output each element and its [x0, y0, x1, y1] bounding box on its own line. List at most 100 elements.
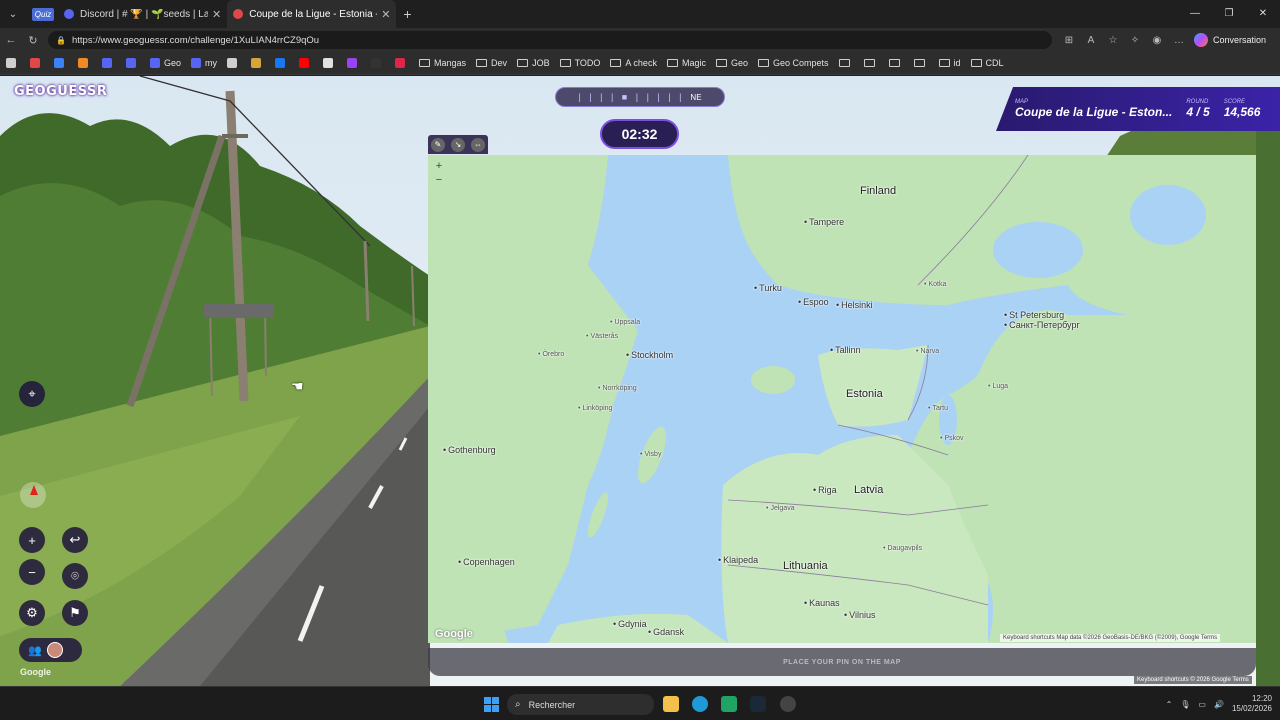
file-explorer-icon[interactable] [663, 696, 679, 712]
mc-icon [251, 58, 262, 68]
url-input[interactable]: 🔒 https://www.geoguessr.com/challenge/1X… [48, 31, 1052, 49]
map-name: Coupe de la Ligue - Eston... [1015, 105, 1173, 119]
more-menu-icon[interactable]: … [1168, 35, 1190, 46]
bookmark-folder[interactable]: Mangas [419, 58, 466, 68]
extensions-icon[interactable]: ✧ [1124, 35, 1146, 46]
tray-chevron-icon[interactable]: ⌃ [1166, 700, 1173, 709]
close-tab-icon[interactable]: ✕ [212, 8, 221, 21]
close-window-icon[interactable]: ✕ [1246, 0, 1280, 28]
shrink-map-icon[interactable]: ↘ [451, 137, 465, 152]
bookmark-folder[interactable]: A check [610, 58, 657, 68]
bookmark-discord-5[interactable] [126, 58, 140, 68]
undo-move-icon[interactable]: ↩ [62, 527, 88, 553]
place-pin-button[interactable]: PLACE YOUR PIN ON THE MAP [428, 648, 1256, 676]
bookmark-folder[interactable] [838, 59, 854, 67]
refresh-icon[interactable]: ↻ [22, 34, 44, 47]
bookmark-folder[interactable]: Dev [476, 58, 507, 68]
bookmark-folder[interactable]: Geo [715, 58, 748, 68]
zoom-in-button[interactable]: + [19, 527, 45, 553]
settings-gear-icon[interactable]: ⚙ [19, 600, 45, 626]
map-zoom-out-icon[interactable]: − [433, 174, 445, 188]
map-city-label: Riga [813, 485, 837, 495]
bookmark-f-15[interactable] [395, 58, 409, 68]
microphone-icon[interactable]: 🎙 [1180, 700, 1190, 709]
bookmark-youtube-11[interactable] [299, 58, 313, 68]
browser-tab-bar: ⌄ Quiz Discord | # 🏆 | 🌱seeds | La Ligu … [0, 0, 1280, 28]
bookmark-folder[interactable]: Magic [666, 58, 706, 68]
bookmark-folder[interactable]: JOB [517, 58, 550, 68]
copilot-conversation-button[interactable]: Conversation [1194, 33, 1266, 47]
bookmark-gmail-1[interactable] [30, 58, 44, 68]
players-icon: 👥 [28, 644, 42, 657]
clock[interactable]: 12:20 15/02/2026 [1232, 694, 1272, 714]
tab-list-chevron-icon[interactable]: ⌄ [0, 0, 26, 28]
window-controls: — ❐ ✕ [1178, 0, 1280, 28]
volume-icon[interactable]: 🔊 [1214, 700, 1224, 709]
bookmark-orange-3[interactable] [78, 58, 92, 68]
steam-icon[interactable] [750, 696, 766, 712]
close-tab-icon[interactable]: ✕ [381, 8, 390, 21]
folder-icon [517, 59, 529, 67]
new-tab-plus-icon[interactable]: + [396, 6, 418, 22]
excel-icon[interactable] [721, 696, 737, 712]
minimize-icon[interactable]: — [1178, 0, 1212, 28]
map-name-block: MAP Coupe de la Ligue - Eston... [1015, 99, 1173, 119]
flag-icon[interactable]: ⚑ [62, 600, 88, 626]
edge-browser-icon[interactable] [692, 696, 708, 712]
pin-map-icon[interactable]: ✎ [431, 137, 445, 152]
bookmark-circle-12[interactable] [323, 58, 337, 68]
taskbar-search[interactable]: ⌕ Rechercher [507, 694, 654, 715]
bookmark-app-2[interactable] [54, 58, 68, 68]
players-button[interactable]: 👥 [19, 638, 82, 662]
geoguessr-logo[interactable]: GEOGUESSR [14, 84, 107, 99]
folder-icon [838, 59, 850, 67]
bookmark-leaf-8[interactable] [227, 58, 241, 68]
checkpoint-pin-icon[interactable]: ⌾ [62, 563, 88, 589]
apps-icon[interactable]: ⊞ [1058, 35, 1080, 46]
return-to-start-pin-icon[interactable]: ⌖ [19, 381, 45, 407]
back-arrow-icon[interactable]: ← [0, 34, 22, 46]
map-city-label: Luga [988, 383, 1008, 390]
bookmark-folder[interactable]: TODO [559, 58, 600, 68]
zoom-out-button[interactable]: − [19, 559, 45, 585]
streetview-attribution: Keyboard shortcuts © 2026 Google Terms [1134, 676, 1252, 684]
read-aloud-icon[interactable]: A [1080, 35, 1102, 46]
map-size-controls: ✎ ↘ ⇔ [428, 135, 488, 154]
bookmark-mc-9[interactable] [251, 58, 265, 68]
bookmark-discord-6[interactable]: Geo [150, 58, 181, 68]
compass-bar: | | | | ■ | | | | | NE [555, 87, 725, 107]
quiz-tab[interactable]: Quiz [32, 7, 54, 21]
tab-geoguessr[interactable]: Coupe de la Ligue - Estonia - Cha ✕ [227, 0, 397, 28]
bookmark-folder[interactable]: id [938, 58, 961, 68]
bookmark-facebook-10[interactable] [275, 58, 289, 68]
compass-needle-icon[interactable] [20, 482, 46, 508]
profile-icon[interactable]: ◉ [1146, 35, 1168, 46]
google-streetview-logo: Google [20, 667, 51, 677]
address-bar-actions: ⊞ A ☆ ✧ ◉ … [1058, 35, 1190, 46]
bookmark-grid-0[interactable] [6, 58, 20, 68]
map-city-label: Tartu [928, 405, 948, 412]
map-google-logo: Google [435, 628, 473, 640]
bookmark-folder[interactable] [888, 59, 904, 67]
tab-discord[interactable]: Discord | # 🏆 | 🌱seeds | La Ligu ✕ [58, 0, 227, 28]
map-country-label: Latvia [854, 484, 884, 496]
bookmark-e-14[interactable] [371, 58, 385, 68]
map-zoom-in-icon[interactable]: + [433, 160, 445, 174]
app-icon[interactable] [780, 696, 796, 712]
leaf-icon [227, 58, 238, 68]
network-icon[interactable]: ▭ [1198, 700, 1206, 709]
guess-map[interactable]: Finland Estonia Latvia Lithuania Tampere Turk… [428, 155, 1256, 643]
maximize-icon[interactable]: ❐ [1212, 0, 1246, 28]
favorite-star-icon[interactable]: ☆ [1102, 35, 1124, 46]
bookmark-discord-4[interactable] [102, 58, 116, 68]
bookmark-folder[interactable] [863, 59, 879, 67]
discord-icon [64, 9, 74, 19]
bookmark-discord-7[interactable]: my [191, 58, 217, 68]
bookmark-heart-13[interactable] [347, 58, 361, 68]
enlarge-map-icon[interactable]: ⇔ [471, 137, 485, 152]
bookmark-folder[interactable]: Geo Compets [757, 58, 829, 68]
bookmark-folder[interactable] [913, 59, 929, 67]
windows-start-icon[interactable] [484, 697, 499, 712]
bookmark-folder[interactable]: CDL [970, 58, 1004, 68]
map-city-label: Espoo [798, 297, 829, 307]
